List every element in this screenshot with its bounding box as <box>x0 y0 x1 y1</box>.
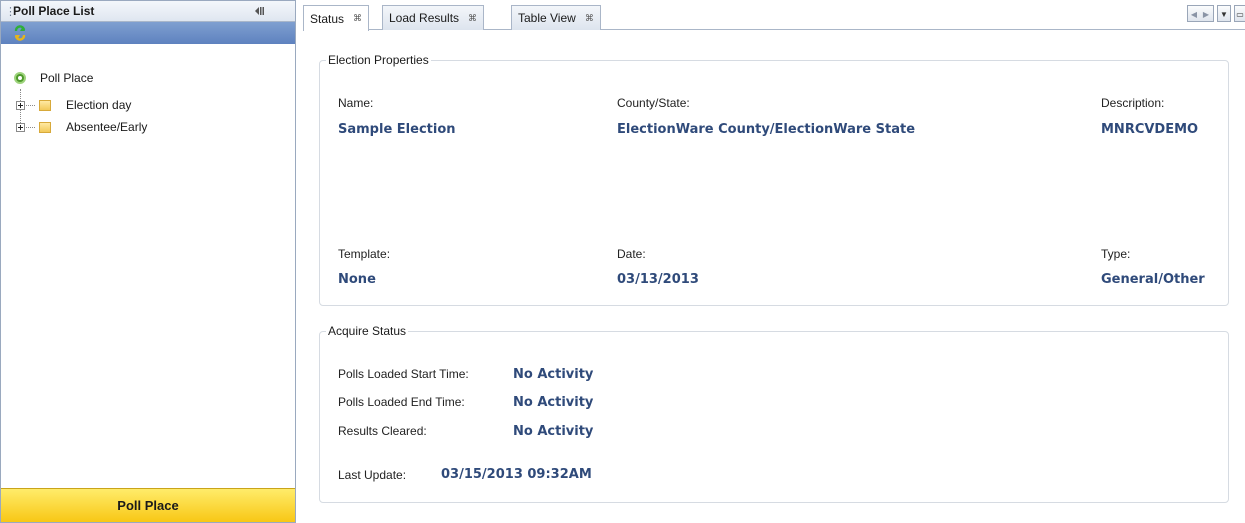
tree-node-election-day[interactable]: Election day <box>16 98 131 112</box>
description-value: MNRCVDEMO <box>1101 122 1199 137</box>
template-label: Template: <box>338 247 391 261</box>
tab-table-view[interactable]: Table View ⌘ <box>511 5 601 30</box>
expand-icon[interactable] <box>16 100 25 110</box>
county-state-label: County/State: <box>617 96 690 110</box>
polls-loaded-start-label: Polls Loaded Start Time: <box>338 367 469 381</box>
collapse-panel-icon[interactable] <box>253 5 265 17</box>
expand-icon[interactable] <box>16 122 25 132</box>
tree-node-absentee-early[interactable]: Absentee/Early <box>16 120 147 134</box>
tab-scroll-control: ◀ ▶ <box>1187 5 1214 22</box>
scroll-right-icon[interactable]: ▶ <box>1200 7 1212 22</box>
tree-root-label: Poll Place <box>40 71 94 85</box>
poll-place-list-panel: ⋮ Poll Place List Poll Place Election da… <box>0 0 296 523</box>
polls-loaded-start-value: No Activity <box>513 367 594 382</box>
poll-place-button[interactable]: Poll Place <box>1 488 295 522</box>
tab-label: Status <box>310 11 345 26</box>
name-label: Name: <box>338 96 374 110</box>
tab-status[interactable]: Status ⌘ <box>303 5 370 31</box>
tab-label: Load Results <box>389 11 460 25</box>
refresh-icon[interactable] <box>13 25 27 41</box>
group-title: Acquire Status <box>326 324 409 338</box>
results-cleared-value: No Activity <box>513 424 594 439</box>
group-title: Election Properties <box>326 53 431 67</box>
main-content: Status ⌘ Load Results ⌘ Table View ⌘ ◀ ▶ … <box>303 0 1245 523</box>
folder-icon <box>39 121 51 133</box>
tree-connector <box>26 126 35 128</box>
tree-connector <box>26 104 35 106</box>
tab-label: Table View <box>518 11 576 25</box>
panel-header: ⋮ Poll Place List <box>1 1 295 22</box>
maximize-button[interactable]: ▭ <box>1234 5 1245 22</box>
last-update-value: 03/15/2013 09:32AM <box>441 467 592 482</box>
date-value: 03/13/2013 <box>617 272 699 287</box>
results-cleared-label: Results Cleared: <box>338 424 427 438</box>
poll-place-root-icon <box>14 72 26 84</box>
template-value: None <box>338 272 376 287</box>
polls-loaded-end-value: No Activity <box>513 395 594 410</box>
tree-node-label: Election day <box>66 98 132 112</box>
type-value: General/Other <box>1101 272 1205 287</box>
scroll-left-icon[interactable]: ◀ <box>1188 7 1200 22</box>
date-label: Date: <box>617 247 646 261</box>
maximize-icon: ▭ <box>1236 10 1244 19</box>
panel-title: Poll Place List <box>13 4 95 18</box>
tab-bar: Status ⌘ Load Results ⌘ Table View ⌘ ◀ ▶ … <box>303 0 1245 31</box>
close-tab-icon[interactable]: ⌘ <box>468 13 477 24</box>
name-value: Sample Election <box>338 122 456 137</box>
tab-list-button[interactable]: ▼ <box>1217 5 1231 22</box>
acquire-status-group: Acquire Status Polls Loaded Start Time: … <box>319 324 1229 503</box>
tree-node-label: Absentee/Early <box>66 120 148 134</box>
close-tab-icon[interactable]: ⌘ <box>585 13 594 24</box>
tree-root-poll-place[interactable]: Poll Place <box>14 71 93 85</box>
tab-load-results[interactable]: Load Results ⌘ <box>382 5 485 30</box>
tab-list-icon: ▼ <box>1220 10 1228 19</box>
close-tab-icon[interactable]: ⌘ <box>353 13 362 24</box>
last-update-label: Last Update: <box>338 468 407 482</box>
polls-loaded-end-label: Polls Loaded End Time: <box>338 395 465 409</box>
description-label: Description: <box>1101 96 1165 110</box>
panel-toolbar <box>1 22 295 44</box>
county-state-value: ElectionWare County/ElectionWare State <box>617 122 916 137</box>
type-label: Type: <box>1101 247 1131 261</box>
folder-icon <box>39 99 51 111</box>
election-properties-group: Election Properties Name: Sample Electio… <box>319 53 1229 306</box>
